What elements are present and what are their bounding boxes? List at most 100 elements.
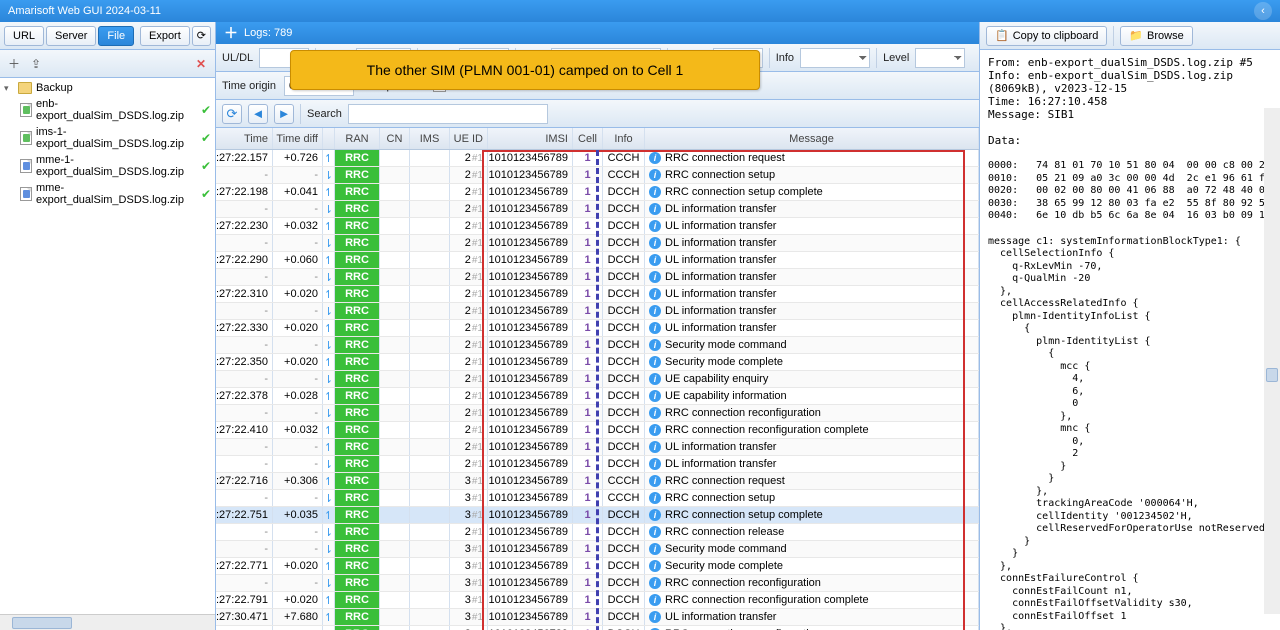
table-row[interactable]: 16:27:22.157 +0.726 ↿ RRC 2#1 0010101234… bbox=[216, 150, 979, 167]
nav-prev-icon[interactable]: ◄ bbox=[248, 104, 268, 124]
table-row[interactable]: - - ⇂ RRC 3#1 001010123456789 1 DCCH iRR… bbox=[216, 575, 979, 592]
check-ok-icon: ✔ bbox=[201, 187, 211, 201]
tree-file[interactable]: mme-export_dualSim_DSDS.log.zip✔ bbox=[0, 180, 215, 208]
info-icon: i bbox=[649, 237, 661, 249]
grid-body[interactable]: 16:27:22.157 +0.726 ↿ RRC 2#1 0010101234… bbox=[216, 150, 979, 630]
col-imsi[interactable]: IMSI bbox=[488, 128, 573, 149]
col-ran[interactable]: RAN bbox=[335, 128, 380, 149]
info-select[interactable] bbox=[800, 48, 870, 68]
upload-icon[interactable]: ⇪ bbox=[28, 56, 44, 72]
info-icon: i bbox=[649, 390, 661, 402]
info-icon: i bbox=[649, 543, 661, 555]
col-diff[interactable]: Time diff bbox=[273, 128, 323, 149]
table-row[interactable]: - - ⇂ RRC 2#1 001010123456789 1 CCCH iRR… bbox=[216, 167, 979, 184]
server-button[interactable]: Server bbox=[46, 26, 96, 46]
table-row[interactable]: - - ⇂ RRC 2#1 001010123456789 1 DCCH iSe… bbox=[216, 337, 979, 354]
close-icon[interactable]: ✕ bbox=[193, 56, 209, 72]
collapse-left-icon[interactable]: ‹ bbox=[1254, 2, 1272, 20]
table-row[interactable]: - - ⇂ RRC 2#1 001010123456789 1 DCCH iRR… bbox=[216, 405, 979, 422]
table-row[interactable]: 16:27:22.410 +0.032 ↿ RRC 2#1 0010101234… bbox=[216, 422, 979, 439]
file-label: mme-1-export_dualSim_DSDS.log.zip bbox=[36, 154, 197, 178]
grid-vscrollbar[interactable] bbox=[1264, 108, 1280, 614]
url-button[interactable]: URL bbox=[4, 26, 44, 46]
export-button[interactable]: Export bbox=[140, 26, 190, 46]
table-row[interactable]: 16:27:22.310 +0.020 ↿ RRC 2#1 0010101234… bbox=[216, 286, 979, 303]
table-row[interactable]: - - ⇂ RRC 2#1 001010123456789 1 DCCH iDL… bbox=[216, 456, 979, 473]
search-bar: ⟳ ◄ ► Search bbox=[216, 100, 979, 128]
add-icon[interactable]: ＋ bbox=[6, 56, 22, 72]
decoded-message: message c1: systemInformationBlockType1:… bbox=[988, 236, 1272, 630]
info-icon: i bbox=[649, 458, 661, 470]
info-icon: i bbox=[649, 611, 661, 623]
info-icon: i bbox=[649, 424, 661, 436]
tree-file[interactable]: ims-1-export_dualSim_DSDS.log.zip✔ bbox=[0, 124, 215, 152]
table-row[interactable]: 16:27:22.378 +0.028 ↿ RRC 2#1 0010101234… bbox=[216, 388, 979, 405]
time-value: 16:27:10.458 bbox=[1028, 95, 1107, 108]
reload-icon[interactable]: ⟳ bbox=[222, 104, 242, 124]
table-row[interactable]: 16:27:22.751 +0.035 ↿ RRC 3#1 0010101234… bbox=[216, 507, 979, 524]
table-row[interactable]: 16:27:30.471 +7.680 ↿ RRC 3#1 0010101234… bbox=[216, 609, 979, 626]
table-row[interactable]: - - ⇂ RRC 3#1 001010123456789 1 DCCH iSe… bbox=[216, 541, 979, 558]
grid-header: Time Time diff RAN CN IMS UE ID IMSI Cel… bbox=[216, 128, 979, 150]
info-icon: i bbox=[649, 373, 661, 385]
msg-lbl: Message: bbox=[988, 108, 1041, 121]
col-time[interactable]: Time bbox=[216, 128, 273, 149]
info-label: Info bbox=[776, 52, 794, 64]
level-select[interactable] bbox=[915, 48, 965, 68]
tree-file[interactable]: mme-1-export_dualSim_DSDS.log.zip✔ bbox=[0, 152, 215, 180]
table-row[interactable]: - - ⇂ RRC 2#1 001010123456789 1 DCCH iDL… bbox=[216, 269, 979, 286]
table-row[interactable]: 16:27:22.350 +0.020 ↿ RRC 2#1 0010101234… bbox=[216, 354, 979, 371]
col-cn[interactable]: CN bbox=[380, 128, 410, 149]
col-msg[interactable]: Message bbox=[645, 128, 979, 149]
table-row[interactable]: - - ⇂ RRC 2#1 001010123456789 1 DCCH iDL… bbox=[216, 235, 979, 252]
info-icon: i bbox=[649, 560, 661, 572]
info-icon: i bbox=[649, 594, 661, 606]
table-row[interactable]: 16:27:22.290 +0.060 ↿ RRC 2#1 0010101234… bbox=[216, 252, 979, 269]
info-icon: i bbox=[649, 169, 661, 181]
table-row[interactable]: 16:27:22.771 +0.020 ↿ RRC 3#1 0010101234… bbox=[216, 558, 979, 575]
left-panel: URL Server File Export ⟳ ＋ ⇪ ✕ ▾ Backup … bbox=[0, 22, 216, 630]
info-lbl: Info: bbox=[988, 69, 1021, 82]
file-tree: ▾ Backup enb-export_dualSim_DSDS.log.zip… bbox=[0, 78, 215, 614]
table-row[interactable]: - - ⇂ RRC 2#1 001010123456789 1 DCCH iUE… bbox=[216, 371, 979, 388]
info-icon: i bbox=[649, 254, 661, 266]
tree-file[interactable]: enb-export_dualSim_DSDS.log.zip✔ bbox=[0, 96, 215, 124]
info-icon: i bbox=[649, 526, 661, 538]
callout-annotation: The other SIM (PLMN 001-01) camped on to… bbox=[290, 50, 760, 90]
file-button[interactable]: File bbox=[98, 26, 134, 46]
browse-button[interactable]: 📁Browse bbox=[1120, 26, 1192, 46]
copy-button[interactable]: 📋Copy to clipboard bbox=[986, 26, 1107, 46]
table-row[interactable]: - - ⇂ RRC 2#1 001010123456789 1 DCCH iDL… bbox=[216, 201, 979, 218]
search-input[interactable] bbox=[348, 104, 548, 124]
detail-body: From: enb-export_dualSim_DSDS.log.zip #5… bbox=[980, 50, 1280, 630]
table-row[interactable]: 16:27:22.716 +0.306 ↿ RRC 3#1 0010101234… bbox=[216, 473, 979, 490]
right-panel: 📋Copy to clipboard 📁Browse From: enb-exp… bbox=[980, 22, 1280, 630]
col-ueid[interactable]: UE ID bbox=[450, 128, 488, 149]
col-cell[interactable]: Cell bbox=[573, 128, 603, 149]
nav-next-icon[interactable]: ► bbox=[274, 104, 294, 124]
table-row[interactable]: 16:27:22.791 +0.020 ↿ RRC 3#1 0010101234… bbox=[216, 592, 979, 609]
info-icon: i bbox=[649, 577, 661, 589]
table-row[interactable]: 16:27:22.330 +0.020 ↿ RRC 2#1 0010101234… bbox=[216, 320, 979, 337]
file-icon bbox=[20, 159, 32, 173]
table-row[interactable]: - - ⇂ RRC 2#1 001010123456789 1 DCCH iRR… bbox=[216, 524, 979, 541]
tree-folder-backup[interactable]: ▾ Backup bbox=[0, 80, 215, 96]
table-row[interactable]: - - ↿ RRC 2#1 001010123456789 1 DCCH iUL… bbox=[216, 439, 979, 456]
table-row[interactable]: 16:27:22.230 +0.032 ↿ RRC 2#1 0010101234… bbox=[216, 218, 979, 235]
left-hscrollbar[interactable] bbox=[0, 614, 215, 630]
check-ok-icon: ✔ bbox=[201, 131, 211, 145]
info-icon: i bbox=[649, 356, 661, 368]
from-value: enb-export_dualSim_DSDS.log.zip #5 bbox=[1028, 56, 1253, 69]
refresh-button[interactable]: ⟳ bbox=[192, 26, 211, 46]
from-label: From: bbox=[988, 56, 1021, 69]
col-ims[interactable]: IMS bbox=[410, 128, 450, 149]
col-dir[interactable] bbox=[323, 128, 335, 149]
plus-icon[interactable]: ＋ bbox=[224, 23, 238, 43]
tree-expand-icon[interactable]: ▾ bbox=[4, 83, 14, 94]
table-row[interactable]: - - ⇂ RRC 3#1 001010123456789 1 CCCH iRR… bbox=[216, 490, 979, 507]
file-icon bbox=[20, 103, 32, 117]
log-grid: Time Time diff RAN CN IMS UE ID IMSI Cel… bbox=[216, 128, 979, 630]
col-info[interactable]: Info bbox=[603, 128, 645, 149]
table-row[interactable]: - - ⇂ RRC 2#1 001010123456789 1 DCCH iDL… bbox=[216, 303, 979, 320]
table-row[interactable]: 16:27:22.198 +0.041 ↿ RRC 2#1 0010101234… bbox=[216, 184, 979, 201]
